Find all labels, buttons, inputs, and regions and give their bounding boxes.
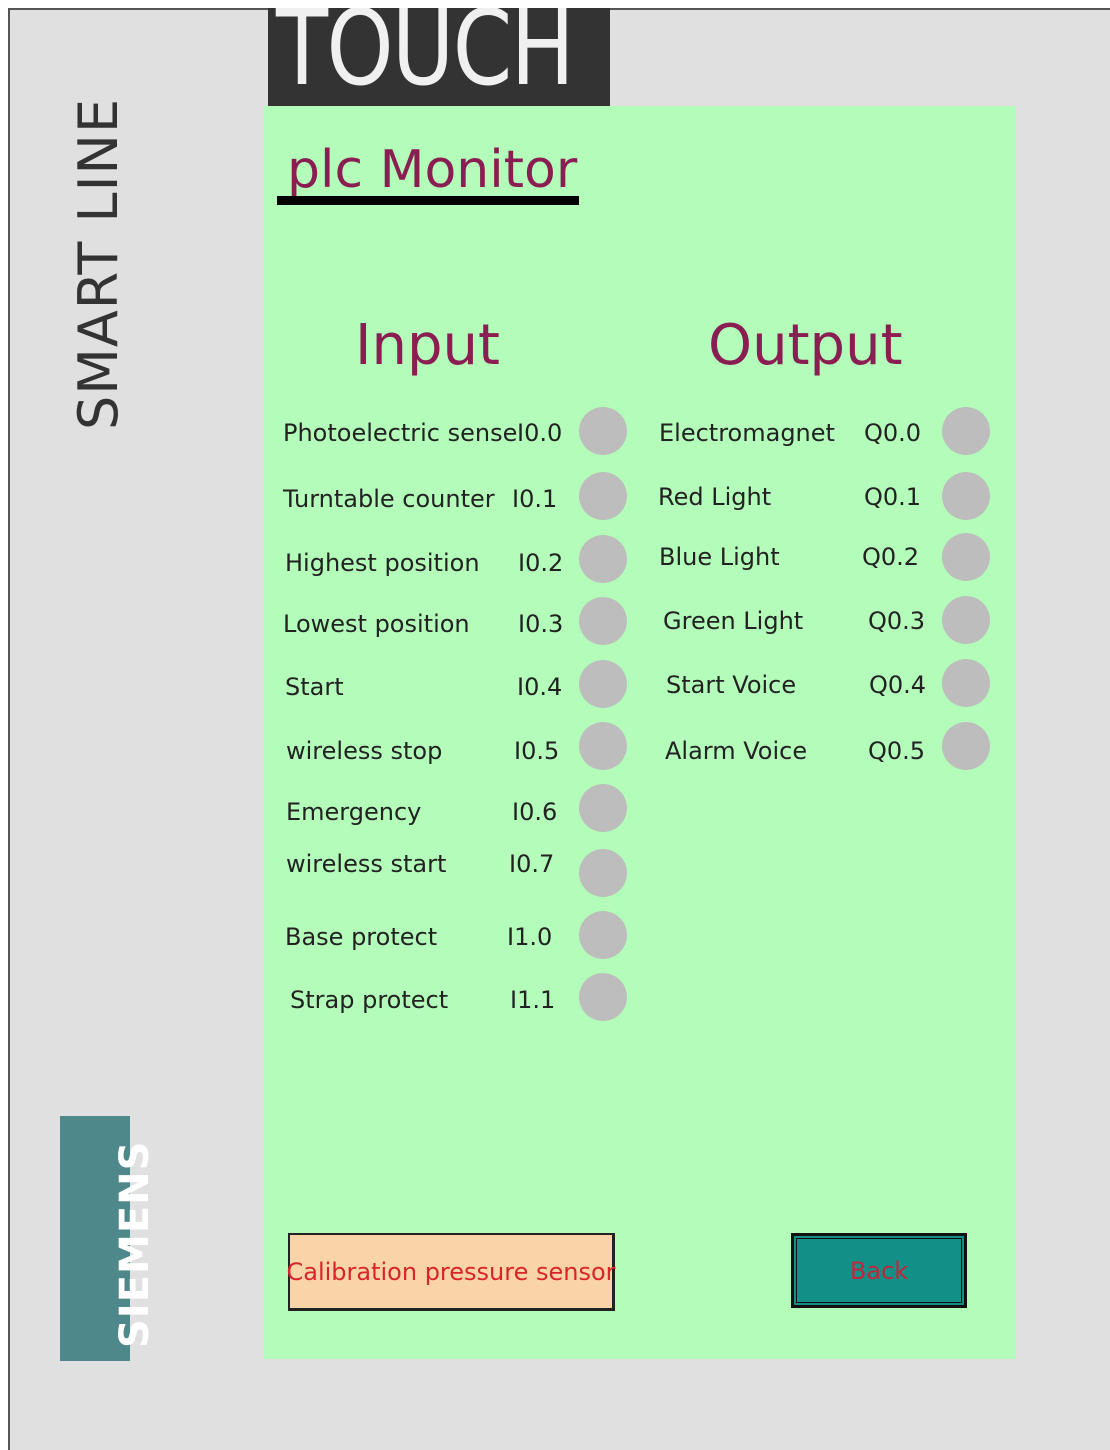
- input-label: Emergency: [286, 798, 422, 826]
- output-address: Q0.1: [864, 483, 922, 511]
- input-label: wireless start: [286, 850, 447, 878]
- input-address: I0.3: [518, 610, 564, 638]
- output-label: Blue Light: [659, 543, 780, 571]
- input-status-lamp: [579, 973, 627, 1021]
- input-status-lamp: [579, 784, 627, 832]
- output-label: Electromagnet: [659, 419, 835, 447]
- input-address: I1.1: [510, 986, 556, 1014]
- output-label: Start Voice: [666, 671, 797, 699]
- output-status-lamp: [942, 533, 990, 581]
- monitor-panel: [264, 106, 1016, 1359]
- title-underline: [277, 196, 579, 205]
- siemens-logo-text: SIEMENS: [112, 1140, 158, 1348]
- smart-line-label: SMART LINE: [67, 97, 130, 430]
- input-status-lamp: [579, 849, 627, 897]
- output-address: Q0.5: [868, 737, 926, 765]
- input-address: I0.2: [518, 549, 564, 577]
- input-address: I0.6: [512, 798, 558, 826]
- output-address: Q0.4: [869, 671, 927, 699]
- input-address: I0.0: [517, 419, 563, 447]
- input-heading: Input: [355, 313, 501, 378]
- output-address: Q0.3: [868, 607, 926, 635]
- input-status-lamp: [579, 597, 627, 645]
- input-label: Photoelectric sense: [283, 419, 518, 447]
- output-label: Alarm Voice: [665, 737, 808, 765]
- input-status-lamp: [579, 407, 627, 455]
- output-status-lamp: [942, 722, 990, 770]
- input-address: I0.7: [509, 850, 555, 878]
- output-status-lamp: [942, 596, 990, 644]
- calibration-pressure-sensor-button[interactable]: Calibration pressure sensor: [286, 1233, 616, 1311]
- input-status-lamp: [579, 911, 627, 959]
- input-status-lamp: [579, 722, 627, 770]
- touch-brand-text: TOUCH: [276, 8, 575, 106]
- input-label: Turntable counter: [283, 485, 495, 513]
- input-address: I1.0: [507, 923, 553, 951]
- output-address: Q0.2: [862, 543, 920, 571]
- input-label: Start: [285, 673, 344, 701]
- page-title: plc Monitor: [287, 140, 578, 200]
- output-address: Q0.0: [864, 419, 922, 447]
- input-label: Base protect: [285, 923, 438, 951]
- input-status-lamp: [579, 660, 627, 708]
- output-status-lamp: [942, 659, 990, 707]
- output-status-lamp: [942, 472, 990, 520]
- output-status-lamp: [942, 407, 990, 455]
- back-button[interactable]: Back: [791, 1233, 967, 1308]
- input-address: I0.4: [517, 673, 563, 701]
- output-label: Red Light: [658, 483, 772, 511]
- input-label: Highest position: [285, 549, 480, 577]
- output-heading: Output: [708, 313, 903, 378]
- input-label: wireless stop: [286, 737, 443, 765]
- input-label: Strap protect: [290, 986, 449, 1014]
- touch-brand-bar: TOUCH: [268, 8, 610, 106]
- siemens-logo: SIEMENS: [60, 1116, 158, 1361]
- input-status-lamp: [579, 472, 627, 520]
- input-label: Lowest position: [283, 610, 470, 638]
- output-label: Green Light: [663, 607, 804, 635]
- input-status-lamp: [579, 535, 627, 583]
- input-address: I0.5: [514, 737, 560, 765]
- input-address: I0.1: [512, 485, 558, 513]
